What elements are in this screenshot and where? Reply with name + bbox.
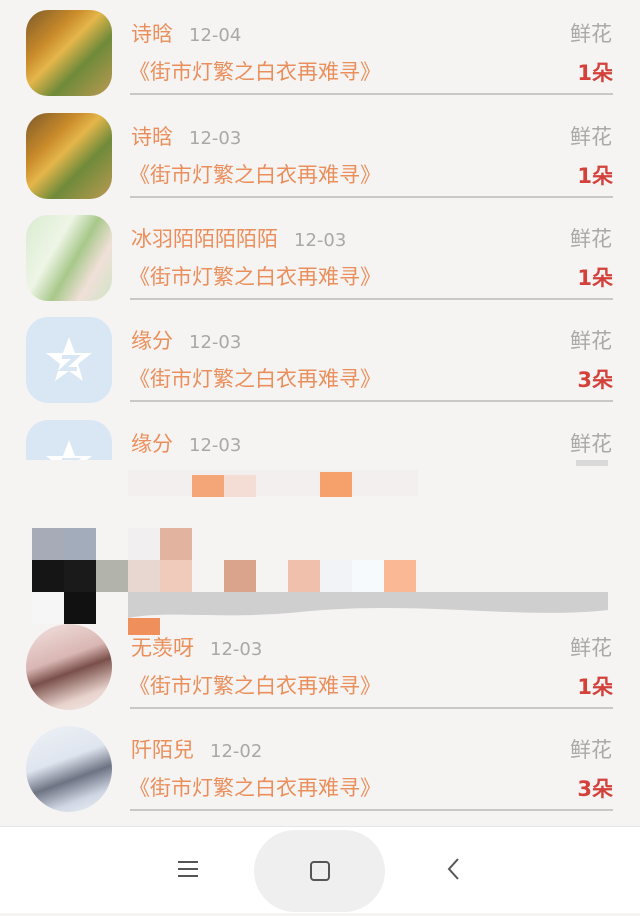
list-item[interactable]: 诗晗 12-04 鲜花 《街市灯繁之白衣再难寻》 1朵 <box>0 0 640 103</box>
gift-type: 鲜花 <box>570 329 612 353</box>
date: 12-03 <box>210 639 263 660</box>
system-nav-bar <box>0 826 640 913</box>
divider <box>130 707 613 709</box>
user-name[interactable]: 冰羽陌陌陌陌陌 <box>131 227 278 251</box>
menu-button[interactable] <box>148 829 228 909</box>
avatar[interactable] <box>26 113 112 199</box>
back-icon <box>447 858 459 880</box>
back-button[interactable] <box>414 829 494 909</box>
gift-count: 1朵 <box>577 164 613 188</box>
book-title[interactable]: 《街市灯繁之白衣再难寻》 <box>129 56 381 86</box>
home-icon <box>310 861 330 881</box>
menu-icon <box>178 861 198 877</box>
date: 12-04 <box>189 25 242 46</box>
divider <box>130 400 613 402</box>
gift-type: 鲜花 <box>570 227 612 251</box>
gift-type: 鲜花 <box>570 125 612 149</box>
gift-count: 1朵 <box>577 266 613 290</box>
censor-mosaic <box>0 460 640 635</box>
gift-type: 鲜花 <box>570 22 612 46</box>
user-name[interactable]: 缘分 <box>131 432 173 456</box>
list-item[interactable]: 无羡呀 12-03 鲜花 《街市灯繁之白衣再难寻》 1朵 <box>0 614 640 717</box>
avatar[interactable] <box>26 726 112 812</box>
user-name[interactable]: 阡陌兒 <box>131 738 194 762</box>
gift-count: 1朵 <box>577 61 613 85</box>
avatar[interactable] <box>26 215 112 301</box>
divider <box>130 93 613 95</box>
avatar[interactable] <box>26 10 112 96</box>
user-name[interactable]: 诗晗 <box>131 22 173 46</box>
gift-count: 1朵 <box>577 675 613 699</box>
date: 12-02 <box>210 741 263 762</box>
divider <box>130 298 613 300</box>
book-title[interactable]: 《街市灯繁之白衣再难寻》 <box>129 363 381 393</box>
gift-type: 鲜花 <box>570 432 612 456</box>
list-item[interactable]: 诗晗 12-03 鲜花 《街市灯繁之白衣再难寻》 1朵 <box>0 103 640 206</box>
user-name[interactable]: 诗晗 <box>131 125 173 149</box>
book-title[interactable]: 《街市灯繁之白衣再难寻》 <box>129 772 381 802</box>
list-item[interactable]: 缘分 12-03 鲜花 《街市灯繁之白衣再难寻》 3朵 <box>0 307 640 410</box>
divider <box>130 196 613 198</box>
book-title[interactable]: 《街市灯繁之白衣再难寻》 <box>129 159 381 189</box>
divider <box>130 809 613 811</box>
date: 12-03 <box>189 128 242 149</box>
qq-star-icon <box>46 337 92 381</box>
date: 12-03 <box>189 435 242 456</box>
gift-type: 鲜花 <box>570 636 612 660</box>
home-button[interactable] <box>254 830 385 912</box>
gift-type: 鲜花 <box>570 738 612 762</box>
gift-count: 3朵 <box>577 777 613 801</box>
book-title[interactable]: 《街市灯繁之白衣再难寻》 <box>129 670 381 700</box>
gift-count: 3朵 <box>577 368 613 392</box>
user-name[interactable]: 缘分 <box>131 329 173 353</box>
list-item[interactable]: 阡陌兒 12-02 鲜花 《街市灯繁之白衣再难寻》 3朵 <box>0 716 640 819</box>
avatar[interactable] <box>26 624 112 710</box>
date: 12-03 <box>189 332 242 353</box>
avatar[interactable] <box>26 317 112 403</box>
book-title[interactable]: 《街市灯繁之白衣再难寻》 <box>129 261 381 291</box>
user-name[interactable]: 无羡呀 <box>131 636 194 660</box>
date: 12-03 <box>294 230 347 251</box>
list-item[interactable]: 冰羽陌陌陌陌陌 12-03 鲜花 《街市灯繁之白衣再难寻》 1朵 <box>0 205 640 308</box>
